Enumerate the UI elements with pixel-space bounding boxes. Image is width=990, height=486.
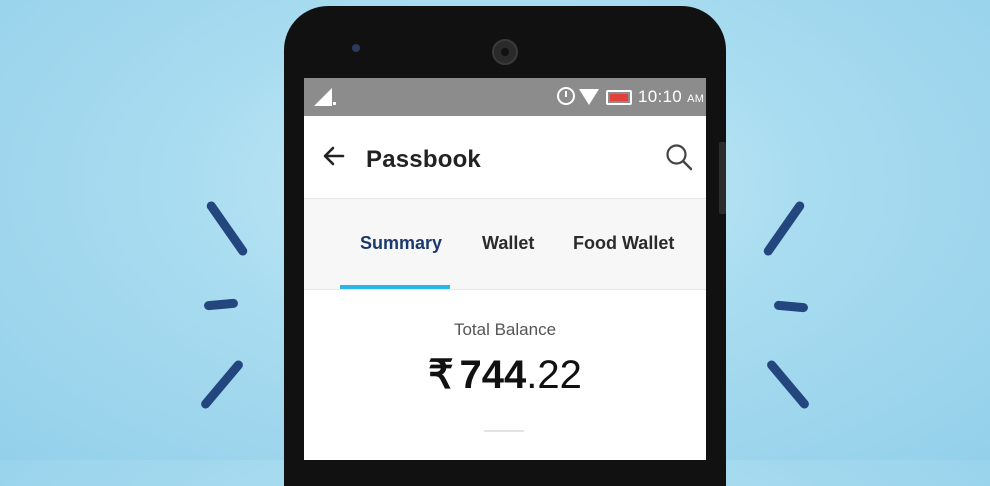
tab-food-wallet[interactable]: Food Wallet — [573, 233, 674, 254]
signal-dot — [333, 102, 336, 105]
alarm-icon — [557, 87, 575, 105]
decor-stroke-right-bottom — [765, 358, 811, 411]
decor-stroke-left-top — [204, 199, 250, 258]
active-tab-indicator — [340, 285, 450, 289]
tab-bar: Summary Wallet Food Wallet — [304, 199, 706, 290]
total-balance-label: Total Balance — [453, 320, 557, 339]
decor-stroke-right-mid — [773, 300, 809, 313]
battery-icon — [606, 90, 632, 105]
search-icon — [666, 144, 693, 171]
currency-symbol: ₹ — [428, 353, 454, 397]
total-balance-amount: ₹744.22 — [304, 352, 706, 398]
back-button[interactable] — [320, 142, 348, 170]
decor-stroke-left-bottom — [199, 358, 245, 411]
arrow-left-icon — [323, 146, 345, 166]
phone-side-button — [719, 142, 726, 214]
phone-screen: 10:10 AM Passbook Summary Wallet Food Wa… — [304, 78, 706, 460]
status-time-value: 10:10 — [638, 87, 683, 106]
tab-wallet[interactable]: Wallet — [482, 233, 534, 254]
status-time: 10:10 AM — [638, 87, 704, 107]
divider — [484, 430, 524, 432]
status-ampm: AM — [687, 93, 705, 105]
balance-section: Total Balance ₹744.22 — [304, 290, 706, 460]
decor-stroke-left-mid — [203, 298, 239, 311]
app-bar: Passbook — [304, 116, 706, 199]
search-button[interactable] — [664, 142, 694, 172]
status-bar: 10:10 AM — [304, 78, 706, 116]
balance-integer: 744 — [459, 353, 527, 397]
wifi-icon — [579, 89, 599, 105]
decor-stroke-right-top — [761, 199, 807, 258]
sensor-dot — [352, 44, 360, 52]
balance-decimal: .22 — [526, 353, 582, 397]
signal-icon — [314, 88, 332, 106]
tab-summary[interactable]: Summary — [360, 233, 442, 254]
front-camera — [492, 39, 518, 65]
page-title: Passbook — [366, 146, 481, 173]
